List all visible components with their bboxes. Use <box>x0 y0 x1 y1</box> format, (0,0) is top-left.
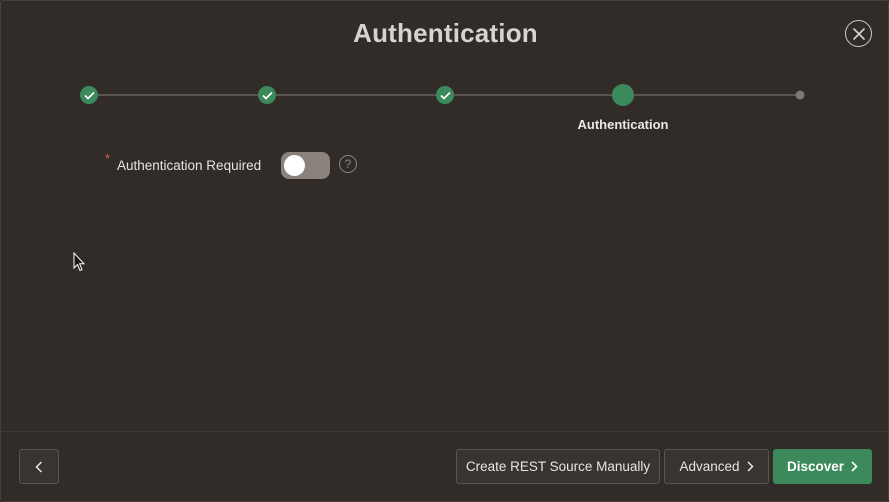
current-step-label: Authentication <box>577 117 669 132</box>
checkmark-icon <box>439 91 451 100</box>
discover-button[interactable]: Discover <box>773 449 872 484</box>
close-icon <box>852 27 865 40</box>
help-icon[interactable]: ? <box>339 155 357 173</box>
checkmark-icon <box>83 91 95 100</box>
authentication-required-toggle[interactable] <box>281 152 330 179</box>
chevron-right-icon <box>851 461 858 472</box>
create-rest-source-manually-label: Create REST Source Manually <box>465 459 651 474</box>
advanced-button[interactable]: Advanced <box>664 449 769 484</box>
back-button[interactable] <box>19 449 59 484</box>
footer-divider <box>1 431 888 432</box>
dialog-title: Authentication <box>353 18 538 48</box>
toggle-knob <box>284 155 305 176</box>
wizard-step-3-complete <box>436 86 454 104</box>
required-marker: * <box>105 151 111 166</box>
chevron-left-icon <box>35 460 43 473</box>
advanced-label: Advanced <box>679 459 740 474</box>
authentication-required-label: Authentication Required <box>117 158 262 173</box>
wizard-step-2-complete <box>258 86 276 104</box>
wizard-step-4-current <box>612 84 634 106</box>
discover-label: Discover <box>786 459 845 474</box>
wizard-dialog: Authentication Authentication * Authenti… <box>0 0 889 502</box>
chevron-right-icon <box>746 461 754 472</box>
mouse-pointer-icon <box>73 252 85 272</box>
create-rest-source-manually-button[interactable]: Create REST Source Manually <box>456 449 660 484</box>
checkmark-icon <box>261 91 273 100</box>
close-button[interactable] <box>845 20 872 47</box>
wizard-step-5-upcoming <box>795 90 805 100</box>
wizard-step-1-complete <box>80 86 98 104</box>
